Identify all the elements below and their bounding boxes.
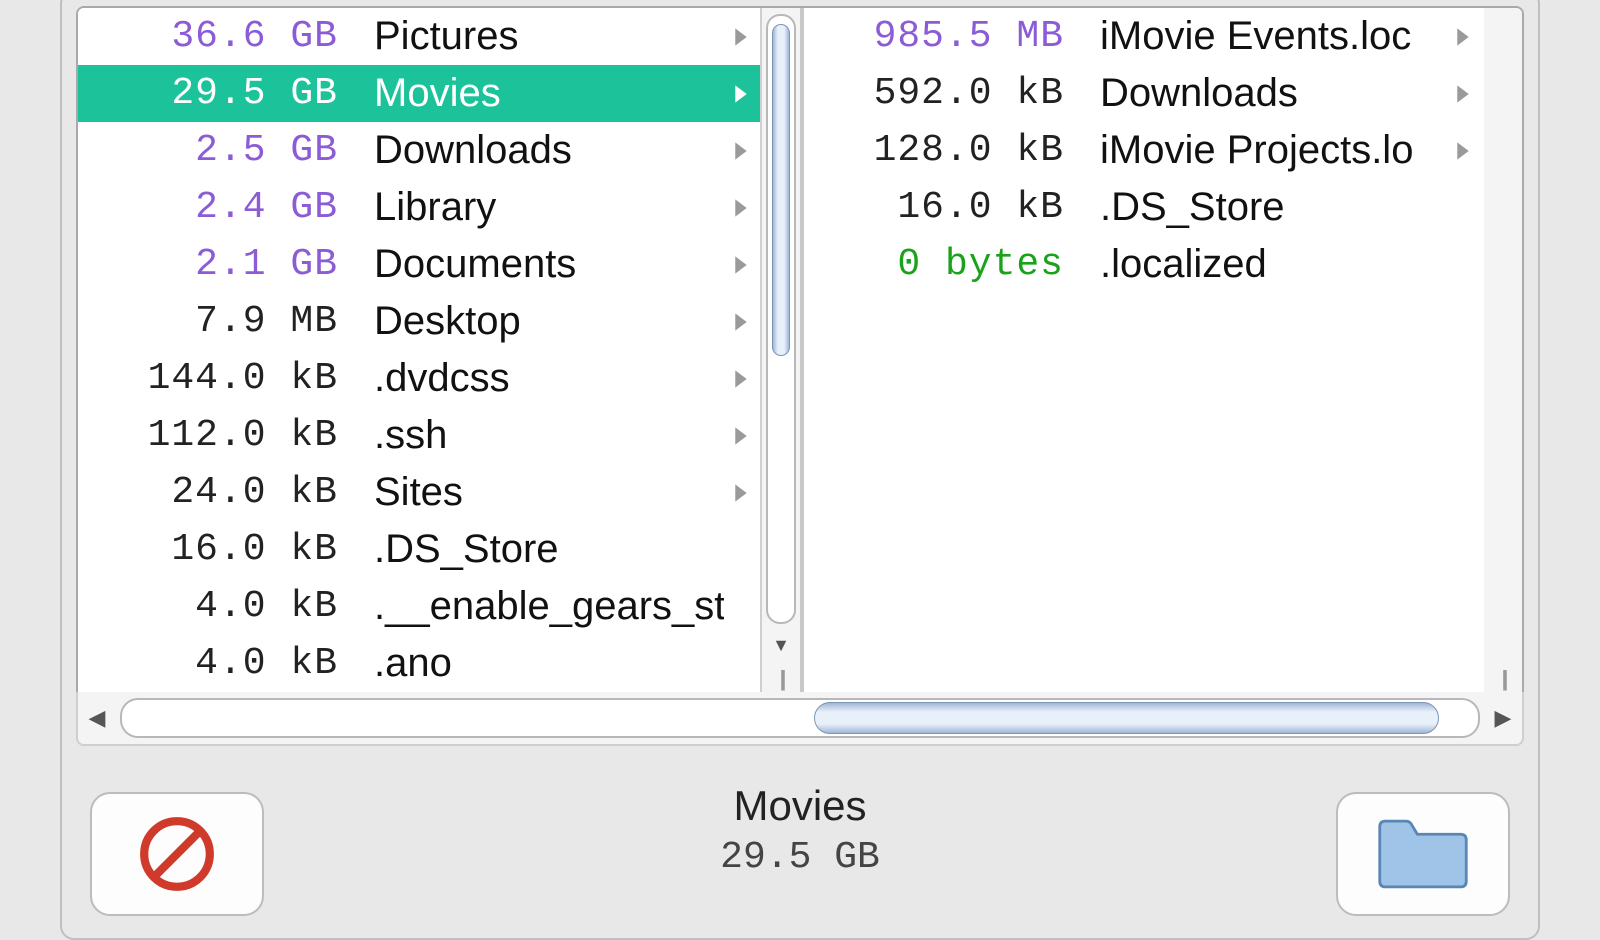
- vscroll-track[interactable]: [766, 14, 796, 624]
- list-item[interactable]: 29.5 GBMovies: [78, 65, 762, 122]
- chevron-right-icon: [724, 27, 762, 47]
- list-item[interactable]: 2.4 GBLibrary: [78, 179, 762, 236]
- file-name: Movies: [344, 71, 724, 116]
- chevron-right-icon: [724, 84, 762, 104]
- file-name: Documents: [344, 242, 724, 287]
- vscroll-thumb[interactable]: [772, 24, 790, 356]
- list-item[interactable]: 36.6 GBPictures: [78, 8, 762, 65]
- list-item[interactable]: 0 bytes.localized: [804, 236, 1484, 293]
- list-item[interactable]: 2.5 GBDownloads: [78, 122, 762, 179]
- file-size: 36.6 GB: [78, 15, 344, 58]
- file-size: 128.0 kB: [804, 129, 1070, 172]
- scroll-right-arrow[interactable]: ▶: [1484, 705, 1522, 731]
- file-name: .ssh: [344, 413, 724, 458]
- file-size: 112.0 kB: [78, 414, 344, 457]
- delete-button[interactable]: [90, 792, 264, 916]
- scroll-grip[interactable]: ||: [1484, 662, 1522, 696]
- chevron-right-icon: [724, 426, 762, 446]
- file-size: 2.4 GB: [78, 186, 344, 229]
- file-size: 4.0 kB: [78, 642, 344, 685]
- list-item[interactable]: 24.0 kBSites: [78, 464, 762, 521]
- column-view: 36.6 GBPictures29.5 GBMovies2.5 GBDownlo…: [76, 6, 1524, 698]
- chevron-right-icon: [1446, 27, 1484, 47]
- file-name: .localized: [1070, 242, 1446, 287]
- file-size: 16.0 kB: [804, 186, 1070, 229]
- chevron-right-icon: [724, 198, 762, 218]
- list-item[interactable]: 592.0 kBDownloads: [804, 65, 1484, 122]
- file-name: .dvdcss: [344, 356, 724, 401]
- file-name: Downloads: [1070, 71, 1446, 116]
- file-size: 4.0 kB: [78, 585, 344, 628]
- pane-child: 985.5 MBiMovie Events.loc592.0 kBDownloa…: [804, 8, 1522, 696]
- scroll-down-arrow[interactable]: ▼: [762, 630, 800, 660]
- chevron-right-icon: [724, 255, 762, 275]
- file-name: Desktop: [344, 299, 724, 344]
- reveal-in-finder-button[interactable]: [1336, 792, 1510, 916]
- file-name: .DS_Store: [344, 527, 724, 572]
- list-item[interactable]: 144.0 kB.dvdcss: [78, 350, 762, 407]
- vscrollbar-right[interactable]: ||: [1484, 8, 1522, 696]
- file-size: 16.0 kB: [78, 528, 344, 571]
- file-name: iMovie Projects.lo: [1070, 128, 1446, 173]
- file-size: 7.9 MB: [78, 300, 344, 343]
- chevron-right-icon: [1446, 141, 1484, 161]
- chevron-right-icon: [724, 369, 762, 389]
- file-name: Sites: [344, 470, 724, 515]
- file-size: 592.0 kB: [804, 72, 1070, 115]
- file-name: Downloads: [344, 128, 724, 173]
- chevron-right-icon: [724, 483, 762, 503]
- window: 36.6 GBPictures29.5 GBMovies2.5 GBDownlo…: [60, 0, 1540, 940]
- scroll-left-arrow[interactable]: ◀: [78, 705, 116, 731]
- file-name: .ano: [344, 641, 724, 686]
- hscrollbar[interactable]: ◀ ▶: [76, 692, 1524, 746]
- file-size: 2.1 GB: [78, 243, 344, 286]
- pane-parent: 36.6 GBPictures29.5 GBMovies2.5 GBDownlo…: [78, 8, 804, 696]
- list-item[interactable]: 16.0 kB.DS_Store: [804, 179, 1484, 236]
- folder-icon: [1376, 819, 1470, 889]
- list-item[interactable]: 128.0 kBiMovie Projects.lo: [804, 122, 1484, 179]
- file-size: 24.0 kB: [78, 471, 344, 514]
- file-size: 144.0 kB: [78, 357, 344, 400]
- file-name: iMovie Events.loc: [1070, 14, 1446, 59]
- hscroll-track[interactable]: [120, 698, 1480, 738]
- file-name: Pictures: [344, 14, 724, 59]
- list-item[interactable]: 985.5 MBiMovie Events.loc: [804, 8, 1484, 65]
- selection-info: Movies 29.5 GB: [278, 772, 1322, 879]
- list-item[interactable]: 2.1 GBDocuments: [78, 236, 762, 293]
- list-item[interactable]: 7.9 MBDesktop: [78, 293, 762, 350]
- prohibited-icon: [136, 813, 218, 895]
- vscrollbar-left[interactable]: ▼ ||: [760, 8, 800, 696]
- selection-size: 29.5 GB: [720, 836, 880, 879]
- list-item[interactable]: 112.0 kB.ssh: [78, 407, 762, 464]
- file-size: 2.5 GB: [78, 129, 344, 172]
- chevron-right-icon: [724, 312, 762, 332]
- file-name: .__enable_gears_st…: [344, 584, 724, 629]
- list-item[interactable]: 4.0 kB.__enable_gears_st…: [78, 578, 762, 635]
- footer: Movies 29.5 GB: [76, 772, 1524, 928]
- file-size: 29.5 GB: [78, 72, 344, 115]
- selection-name: Movies: [733, 782, 866, 830]
- scroll-grip[interactable]: ||: [762, 662, 800, 696]
- file-list-right[interactable]: 985.5 MBiMovie Events.loc592.0 kBDownloa…: [804, 8, 1484, 696]
- file-size: 985.5 MB: [804, 15, 1070, 58]
- hscroll-thumb[interactable]: [814, 702, 1440, 734]
- list-item[interactable]: 4.0 kB.ano: [78, 635, 762, 692]
- file-name: Library: [344, 185, 724, 230]
- list-item[interactable]: 16.0 kB.DS_Store: [78, 521, 762, 578]
- file-name: .DS_Store: [1070, 185, 1446, 230]
- chevron-right-icon: [1446, 84, 1484, 104]
- file-size: 0 bytes: [804, 243, 1070, 286]
- file-list-left[interactable]: 36.6 GBPictures29.5 GBMovies2.5 GBDownlo…: [78, 8, 762, 696]
- chevron-right-icon: [724, 141, 762, 161]
